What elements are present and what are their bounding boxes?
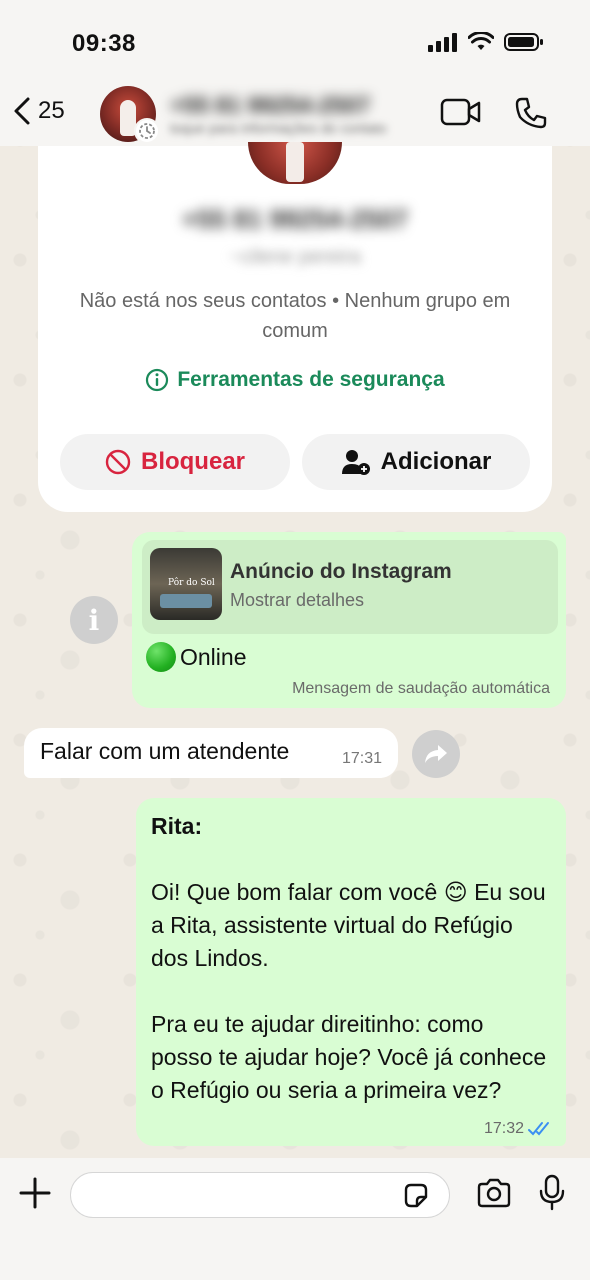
message-paragraph-1: Oi! Que bom falar com você 😊 Eu sou a Ri…: [151, 879, 546, 971]
incoming-message[interactable]: Falar com um atendente 17:31: [24, 728, 398, 778]
ad-thumbnail: Pôr do Sol: [150, 548, 222, 620]
plus-icon[interactable]: [18, 1176, 52, 1210]
ad-preview[interactable]: Pôr do Sol Anúncio do Instagram Mostrar …: [142, 540, 558, 634]
outgoing-message[interactable]: Rita: Oi! Que bom falar com você 😊 Eu so…: [136, 798, 566, 1146]
chat-header: 25 +55 81 99254-2507 toque para informaç…: [0, 80, 590, 146]
ad-title: Anúncio do Instagram: [230, 560, 452, 583]
message-text: Falar com um atendente: [40, 738, 290, 764]
block-label: Bloquear: [140, 448, 245, 475]
chevron-left-icon: [14, 97, 30, 125]
message-heading: Rita:: [151, 813, 203, 839]
camera-icon[interactable]: [476, 1178, 512, 1208]
message-text: Rita: Oi! Que bom falar com você 😊 Eu so…: [151, 810, 551, 1107]
ad-show-details[interactable]: Mostrar detalhes: [230, 590, 364, 611]
contact-subtitle[interactable]: toque para informações do contato: [170, 120, 386, 136]
message-paragraph-2: Pra eu te ajudar direitinho: como posso …: [151, 1011, 547, 1103]
safety-tools-label: Ferramentas de segurança: [177, 368, 445, 391]
back-button[interactable]: 25: [12, 96, 65, 126]
card-phone-number: +55 81 99254-2507: [181, 204, 409, 234]
add-contact-button[interactable]: Adicionar: [302, 434, 530, 490]
block-button[interactable]: Bloquear: [60, 434, 290, 490]
status-bar: 09:38: [0, 0, 590, 80]
forward-icon: [425, 745, 447, 763]
info-icon: [146, 368, 169, 392]
card-profile-name: ~cilene pereira: [229, 246, 361, 268]
forward-button[interactable]: [412, 730, 460, 778]
contact-info-card: +55 81 99254-2507 ~cilene pereira Não es…: [38, 142, 552, 512]
safety-tools-link[interactable]: Ferramentas de segurança: [38, 368, 552, 392]
video-call-icon[interactable]: [440, 98, 482, 126]
info-icon[interactable]: i: [70, 596, 118, 644]
contact-name[interactable]: +55 81 99254-2507: [170, 92, 370, 119]
battery-icon: [504, 33, 543, 51]
status-time: 09:38: [72, 30, 136, 57]
composer-bar: [0, 1158, 590, 1280]
wifi-icon: [468, 32, 494, 50]
green-circle-icon: [146, 642, 176, 672]
status-icons: [428, 32, 544, 52]
message-input[interactable]: [70, 1172, 450, 1218]
contact-photo[interactable]: [248, 142, 342, 184]
add-label: Adicionar: [380, 448, 492, 475]
auto-greeting-label: Mensagem de saudação automática: [292, 680, 550, 697]
add-user-icon: [341, 450, 370, 475]
block-icon: [105, 449, 131, 475]
signal-icon: [428, 33, 457, 52]
business-badge-icon: [134, 118, 160, 144]
phone-call-icon[interactable]: [514, 96, 548, 130]
ad-message-bubble[interactable]: Pôr do Sol Anúncio do Instagram Mostrar …: [132, 532, 566, 708]
online-text: Online: [146, 642, 246, 672]
card-contact-status: Não está nos seus contatos • Nenhum grup…: [79, 290, 511, 342]
unread-count: 25: [38, 97, 65, 124]
message-time: 17:31: [341, 750, 382, 767]
sticker-icon[interactable]: [402, 1182, 430, 1210]
message-meta: 17:32: [484, 1120, 552, 1138]
microphone-icon[interactable]: [538, 1174, 566, 1212]
message-time: 17:32: [483, 1120, 524, 1137]
double-check-icon: [528, 1122, 549, 1136]
